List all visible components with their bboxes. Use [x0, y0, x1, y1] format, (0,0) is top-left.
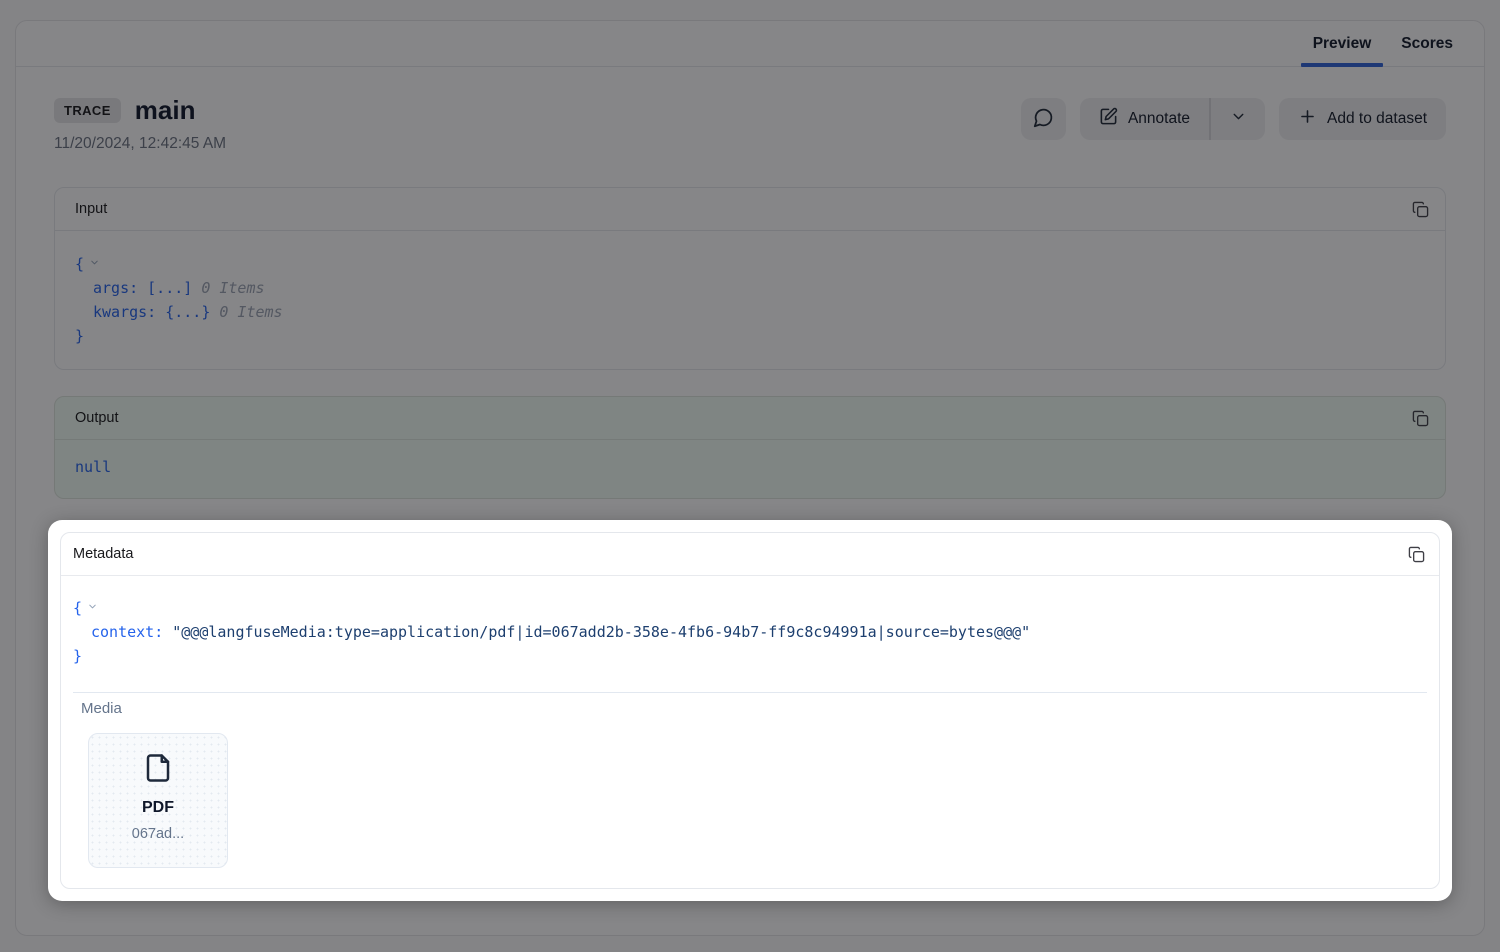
input-panel-title: Input — [75, 201, 107, 217]
metadata-json-viewer: { context:"@@@langfuseMedia:type=applica… — [73, 595, 1427, 668]
comment-button[interactable] — [1021, 98, 1066, 140]
output-panel: Output null — [54, 396, 1446, 499]
json-collapse-icon[interactable] — [89, 251, 100, 275]
metadata-panel-title: Metadata — [73, 546, 133, 562]
media-section-label: Media — [73, 700, 1427, 717]
json-row: args:[...]0 Items — [75, 276, 1425, 300]
add-to-dataset-label: Add to dataset — [1327, 110, 1427, 128]
trace-header: TRACE main 11/20/2024, 12:42:45 AM — [54, 95, 1446, 153]
metadata-panel-body: { context:"@@@langfuseMedia:type=applica… — [61, 576, 1439, 888]
media-file-id: 067ad... — [132, 826, 184, 842]
trace-timestamp: 11/20/2024, 12:42:45 AM — [54, 135, 226, 153]
annotate-split-button: Annotate — [1080, 98, 1265, 140]
chevron-down-icon — [1230, 108, 1247, 130]
output-json-viewer: null — [55, 440, 1445, 498]
tab-preview[interactable]: Preview — [1298, 21, 1387, 66]
tab-preview-label: Preview — [1313, 35, 1372, 53]
input-panel: Input { args:[...]0 Items kwargs:{...}0 … — [54, 187, 1446, 370]
metadata-spotlight: Metadata { context:"@@@langfuseMedia:typ… — [48, 520, 1452, 901]
json-collapse-icon[interactable] — [87, 595, 98, 619]
trace-actions: Annotate Add to dataset — [1021, 98, 1446, 140]
media-file-type: PDF — [142, 799, 174, 817]
annotate-button[interactable]: Annotate — [1080, 98, 1209, 140]
tab-scores[interactable]: Scores — [1386, 21, 1468, 66]
metadata-panel-header: Metadata — [61, 533, 1439, 576]
square-pen-icon — [1099, 107, 1118, 131]
file-icon — [143, 753, 173, 788]
plus-icon — [1298, 107, 1317, 131]
trace-name: main — [135, 95, 196, 126]
json-row: context:"@@@langfuseMedia:type=applicati… — [73, 620, 1427, 644]
add-to-dataset-button[interactable]: Add to dataset — [1279, 98, 1446, 140]
json-row: kwargs:{...}0 Items — [75, 300, 1425, 324]
copy-icon[interactable] — [1410, 408, 1431, 429]
trace-detail-window: Preview Scores TRACE main 11/20/2024, 12… — [15, 20, 1485, 936]
trace-content: TRACE main 11/20/2024, 12:42:45 AM — [16, 67, 1484, 901]
copy-icon[interactable] — [1406, 544, 1427, 565]
copy-icon[interactable] — [1410, 199, 1431, 220]
output-panel-title: Output — [75, 410, 119, 426]
message-circle-icon — [1033, 107, 1054, 131]
output-null-value: null — [75, 458, 111, 476]
trace-title-block: TRACE main 11/20/2024, 12:42:45 AM — [54, 95, 226, 153]
metadata-panel: Metadata { context:"@@@langfuseMedia:typ… — [60, 532, 1440, 889]
annotate-dropdown-button[interactable] — [1211, 98, 1265, 140]
annotate-button-label: Annotate — [1128, 110, 1190, 128]
input-json-viewer: { args:[...]0 Items kwargs:{...}0 Items … — [55, 231, 1445, 369]
media-section: Media PDF 067ad... — [73, 692, 1427, 868]
input-panel-header: Input — [55, 188, 1445, 231]
tab-scores-label: Scores — [1401, 35, 1453, 53]
tab-bar: Preview Scores — [16, 21, 1484, 67]
trace-type-badge: TRACE — [54, 98, 121, 123]
media-pdf-card[interactable]: PDF 067ad... — [88, 733, 228, 868]
langfuse-media-reference: "@@@langfuseMedia:type=application/pdf|i… — [172, 623, 1030, 641]
output-panel-header: Output — [55, 397, 1445, 440]
active-tab-indicator — [1301, 63, 1384, 67]
